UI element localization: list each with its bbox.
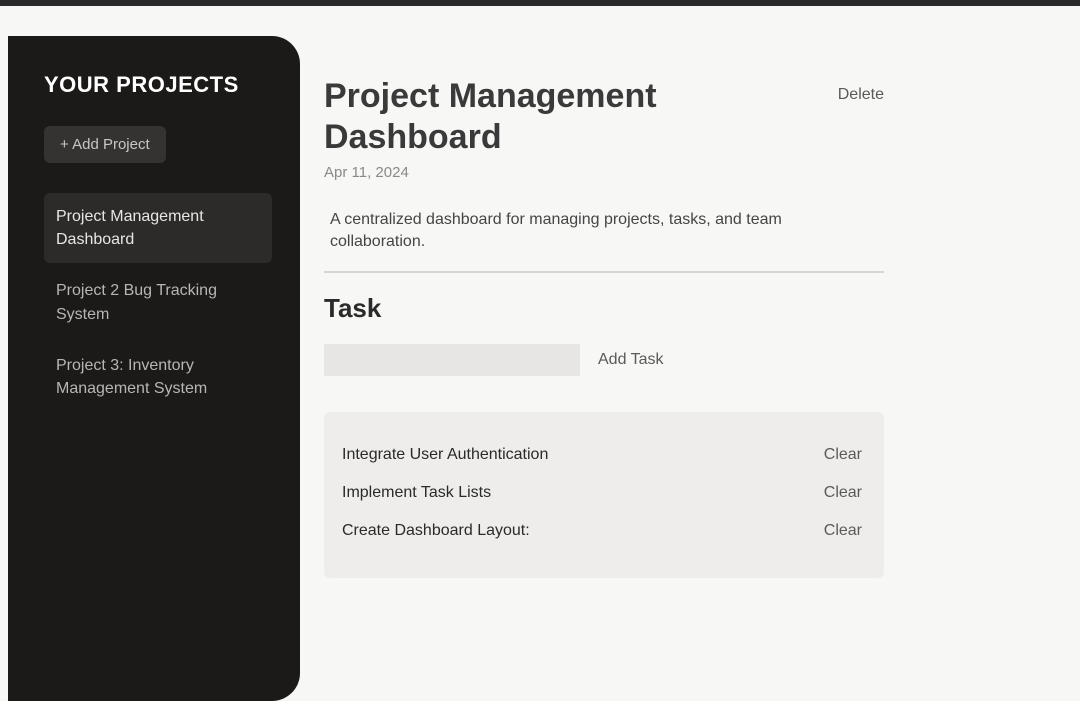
clear-task-button[interactable]: Clear <box>824 484 862 502</box>
content-wrapper: Project Management Dashboard Delete Apr … <box>324 76 884 578</box>
project-header: Project Management Dashboard Delete <box>324 76 884 158</box>
task-input-row: Add Task <box>324 344 884 376</box>
add-project-button[interactable]: + Add Project <box>44 126 166 163</box>
task-label: Implement Task Lists <box>342 484 491 502</box>
task-item: Implement Task Lists Clear <box>342 474 862 512</box>
task-label: Integrate User Authentication <box>342 446 548 464</box>
task-item: Integrate User Authentication Clear <box>342 436 862 474</box>
task-item: Create Dashboard Layout: Clear <box>342 512 862 550</box>
clear-task-button[interactable]: Clear <box>824 522 862 540</box>
task-input[interactable] <box>324 344 580 376</box>
project-description: A centralized dashboard for managing pro… <box>324 203 884 274</box>
sidebar: YOUR PROJECTS + Add Project Project Mana… <box>8 36 300 701</box>
task-list: Integrate User Authentication Clear Impl… <box>324 412 884 578</box>
sidebar-item-project-3-inventory[interactable]: Project 3: Inventory Management System <box>44 342 272 412</box>
add-task-button[interactable]: Add Task <box>598 351 664 369</box>
clear-task-button[interactable]: Clear <box>824 446 862 464</box>
delete-button[interactable]: Delete <box>838 76 884 104</box>
project-list: Project Management Dashboard Project 2 B… <box>44 193 272 412</box>
project-date: Apr 11, 2024 <box>324 164 884 181</box>
sidebar-title: YOUR PROJECTS <box>44 72 272 98</box>
task-label: Create Dashboard Layout: <box>342 522 530 540</box>
project-title: Project Management Dashboard <box>324 76 838 158</box>
app-container: YOUR PROJECTS + Add Project Project Mana… <box>0 6 1080 701</box>
task-section-title: Task <box>324 293 884 324</box>
sidebar-item-project-management-dashboard[interactable]: Project Management Dashboard <box>44 193 272 263</box>
sidebar-item-project-2-bug-tracking[interactable]: Project 2 Bug Tracking System <box>44 267 272 337</box>
main-content: Project Management Dashboard Delete Apr … <box>300 6 1080 701</box>
